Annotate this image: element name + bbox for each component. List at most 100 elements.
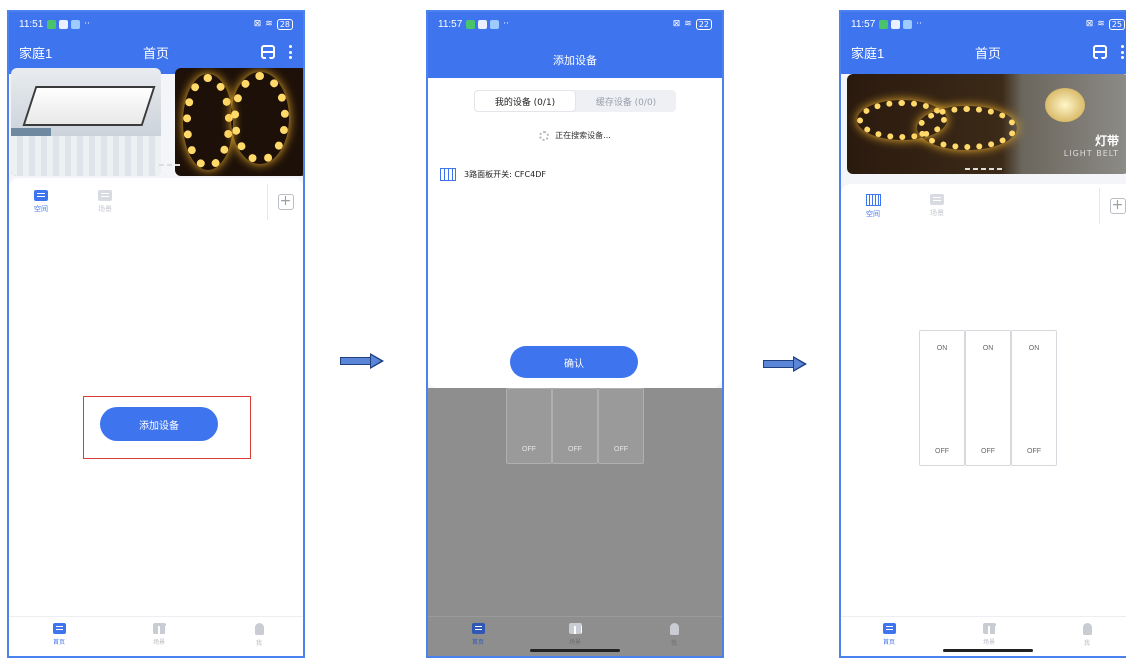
reel-image <box>1045 88 1085 122</box>
nav-me[interactable]: 我 <box>1067 623 1107 647</box>
phone-screen-home-empty: 11:51 ·· ⊠ ≋ 28 家庭1 首页 空间 场景 + 添加设备 首页 场… <box>7 10 305 658</box>
device-name: 3路面板开关: CFC4DF <box>464 170 546 179</box>
home-selector[interactable]: 家庭1 <box>851 43 884 62</box>
banner-light-belt[interactable]: 灯带 LIGHT BELT <box>847 74 1126 174</box>
wifi-icon: ≋ <box>265 19 273 29</box>
nav-scene-label: 场景 <box>982 639 995 646</box>
bottom-nav: 首页 场景 我 <box>9 616 303 656</box>
page-title: 首页 <box>142 46 169 62</box>
confirm-button[interactable]: 确认 <box>510 346 638 378</box>
tab-scene[interactable]: 场景 <box>925 194 949 218</box>
tab-scene[interactable]: 场景 <box>93 190 117 214</box>
nav-scene[interactable]: 场景 <box>555 623 595 646</box>
loading-spinner-icon <box>539 130 550 141</box>
add-device-button[interactable]: 添加设备 <box>100 407 218 441</box>
switch-key-3[interactable]: ON OFF <box>1011 330 1057 466</box>
switch-panel-3-gang: ON OFF ON OFF ON OFF <box>919 330 1057 466</box>
nav-me[interactable]: 我 <box>239 623 279 647</box>
nav-scene[interactable]: 场景 <box>969 623 1009 646</box>
banner-caption: 灯带 LIGHT BELT <box>1064 132 1119 158</box>
switch-key-2: OFF <box>552 388 598 464</box>
plus-icon: + <box>1109 198 1126 214</box>
tab-space-label: 空间 <box>866 210 880 218</box>
user-icon <box>254 623 264 635</box>
add-space-button[interactable]: + <box>267 184 303 220</box>
user-icon <box>669 623 679 635</box>
battery-icon: 25 <box>1108 18 1125 30</box>
searching-status: 正在搜索设备... <box>428 130 722 141</box>
flow-arrow-right-icon <box>763 356 809 372</box>
banner-light-strip[interactable] <box>175 68 303 176</box>
tab-space[interactable]: 空间 <box>29 190 53 214</box>
scene-nav-icon <box>568 623 582 634</box>
tab-cached-devices[interactable]: 缓存设备 (0/0) <box>576 90 676 112</box>
nav-home[interactable]: 首页 <box>869 623 909 646</box>
gesture-bar[interactable] <box>530 649 620 652</box>
dialog-title: 添加设备 <box>553 54 597 67</box>
nav-me[interactable]: 我 <box>654 623 694 647</box>
home-icon <box>52 623 66 634</box>
nav-scene[interactable]: 场景 <box>139 623 179 646</box>
battery-icon: 28 <box>276 18 293 30</box>
status-time: 11:57 <box>438 18 463 30</box>
switch-key-2[interactable]: ON OFF <box>965 330 1011 466</box>
scene-icon <box>98 190 112 201</box>
switch-off-label: OFF <box>935 448 949 455</box>
user-icon <box>1082 623 1092 635</box>
nav-me-label: 我 <box>255 640 262 647</box>
tab-card: 空间 场景 + <box>841 184 1126 232</box>
tab-space[interactable]: 空间 <box>861 194 885 219</box>
device-source-tabs: 我的设备 (0/1) 缓存设备 (0/0) <box>474 90 676 112</box>
status-app-icons <box>466 19 500 29</box>
banner-pagination <box>965 168 1002 170</box>
banner-ceiling-light[interactable] <box>11 68 161 176</box>
status-more-dots: ·· <box>503 19 510 29</box>
bottom-nav: 首页 场景 我 <box>841 616 1126 656</box>
space-icon <box>34 190 48 201</box>
status-bar: 11:57 ·· ⊠ ≋ 22 <box>428 12 722 36</box>
title-bar: 家庭1 首页 <box>841 36 1126 68</box>
scan-icon[interactable] <box>1093 45 1107 59</box>
status-more-dots: ·· <box>84 19 91 29</box>
nav-scene-label: 场景 <box>568 639 581 646</box>
gesture-bar[interactable] <box>943 649 1033 652</box>
banner-caption-en: LIGHT BELT <box>1063 149 1119 158</box>
nav-scene-label: 场景 <box>152 639 165 646</box>
tab-space-label: 空间 <box>34 205 48 213</box>
banner-pagination <box>159 164 180 166</box>
scene-icon <box>930 194 944 205</box>
device-list-item[interactable]: 3路面板开关: CFC4DF <box>440 168 546 181</box>
nav-home[interactable]: 首页 <box>458 623 498 646</box>
home-selector[interactable]: 家庭1 <box>19 43 52 62</box>
status-right: ⊠ ≋ 28 <box>254 18 293 30</box>
switch-off-label: OFF <box>568 446 582 453</box>
nav-home-label: 首页 <box>52 639 65 646</box>
tab-scene-label: 场景 <box>98 205 112 213</box>
switch-key-1[interactable]: ON OFF <box>919 330 965 466</box>
add-device-dialog: 11:57 ·· ⊠ ≋ 22 添加设备 我的设备 (0/1) 缓存设备 (0/… <box>428 12 722 388</box>
phone-screen-add-device-dialog: OFF OFF OFF 11:57 ·· ⊠ ≋ 22 添加设备 我的设备 (0… <box>426 10 724 658</box>
switch-off-label: OFF <box>522 446 536 453</box>
more-icon[interactable] <box>289 45 293 59</box>
scan-icon[interactable] <box>261 45 275 59</box>
switch-key-3: OFF <box>598 388 644 464</box>
bottom-nav: 首页 场景 我 <box>428 616 722 656</box>
nav-home[interactable]: 首页 <box>39 623 79 646</box>
tab-my-devices[interactable]: 我的设备 (0/1) <box>474 90 576 112</box>
switch-panel-icon <box>440 168 456 181</box>
searching-text: 正在搜索设备... <box>555 131 611 140</box>
status-time: 11:51 <box>19 18 44 30</box>
status-bar: 11:57 ·· ⊠ ≋ 25 <box>841 12 1126 36</box>
switch-on-label: ON <box>982 345 994 352</box>
add-space-button[interactable]: + <box>1099 188 1126 224</box>
panel-grid-icon <box>865 194 881 206</box>
battery-icon: 22 <box>695 18 712 30</box>
switch-on-label: ON <box>1028 345 1040 352</box>
wifi-icon: ≋ <box>1097 19 1105 29</box>
more-icon[interactable] <box>1121 45 1125 59</box>
switch-off-label: OFF <box>1027 448 1041 455</box>
switch-on-label: ON <box>936 345 948 352</box>
status-app-icons <box>879 19 913 29</box>
status-more-dots: ·· <box>916 19 923 29</box>
nav-home-label: 首页 <box>471 639 484 646</box>
